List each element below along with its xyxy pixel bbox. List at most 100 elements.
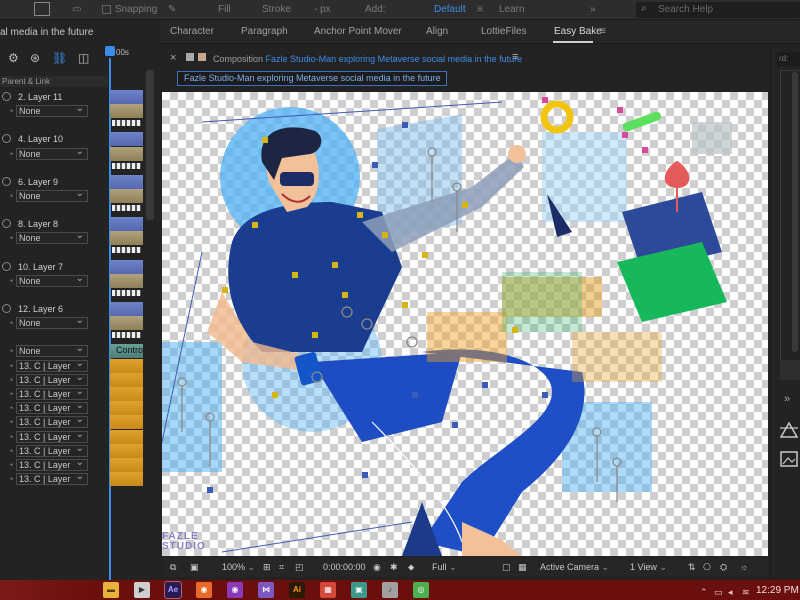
layer-name[interactable]: 8. Layer 8 [16, 218, 88, 230]
parent-dropdown[interactable]: 13. C | Layer [16, 444, 88, 457]
right-panel-scrollbar[interactable] [792, 72, 798, 352]
tab-anchor-point-mover[interactable]: Anchor Point Mover [314, 26, 402, 37]
fill-label[interactable]: Fill [218, 4, 231, 15]
parent-row[interactable]: ◔ None [0, 231, 108, 245]
visibility-icon[interactable] [2, 261, 11, 271]
visibility-icon[interactable] [2, 219, 11, 229]
lock-icon[interactable] [186, 53, 194, 61]
keyframe-strip[interactable] [112, 205, 141, 211]
playhead-handle[interactable] [105, 46, 115, 56]
layer-duration-bar[interactable] [110, 132, 143, 147]
layer-duration-bar[interactable] [110, 429, 143, 444]
parent-dropdown[interactable]: 13. C | Layer [16, 472, 88, 486]
search-help-input[interactable]: ⌕ Search Help [636, 2, 800, 18]
parent-dropdown[interactable]: 13. C | Layer [16, 430, 88, 443]
workspace-default[interactable]: Default [434, 4, 466, 15]
parent-dropdown[interactable]: 13. C | Layer [16, 415, 88, 429]
layer-row[interactable]: 2. Layer 11 [0, 90, 108, 104]
parent-row[interactable]: ◔ 13. C | Layer [0, 458, 108, 472]
visibility-icon[interactable] [2, 176, 11, 186]
network-icon[interactable]: ▭ [714, 587, 723, 598]
tab-easy-bake[interactable]: Easy Bake [554, 26, 602, 37]
show-snapshot-icon[interactable]: ✱ [390, 562, 398, 573]
keyframe-strip[interactable] [112, 120, 141, 127]
parent-row[interactable]: ◔ 13. C | Layer [0, 359, 108, 373]
right-panel-overflow-icon[interactable]: » [784, 393, 790, 405]
pick-whip-icon[interactable]: ◔ [8, 361, 13, 371]
always-preview-icon[interactable]: ⧉ [170, 562, 176, 573]
snapshot-region-icon[interactable]: ▣ [190, 562, 199, 573]
keyframe-strip[interactable] [112, 162, 141, 169]
keyframe-strip[interactable] [112, 332, 141, 339]
layer-name[interactable]: 6. Layer 9 [16, 176, 88, 188]
shape-tool-icon[interactable]: ▭ [72, 4, 81, 15]
safe-zones-icon[interactable]: ⊞ [263, 562, 271, 573]
composition-tab[interactable]: Composition Fazle Studio-Man exploring M… [213, 54, 522, 64]
parent-row[interactable]: ◔ 13. C | Layer [0, 444, 108, 458]
workspace-menu-icon[interactable]: ≡ [477, 4, 483, 15]
layer-duration-bar[interactable] [110, 217, 143, 232]
add-label[interactable]: Add: [365, 4, 386, 15]
pick-whip-icon[interactable]: ◔ [8, 446, 13, 456]
pick-whip-icon[interactable]: ◔ [8, 106, 13, 116]
layer-duration-bar[interactable] [110, 472, 143, 487]
tab-align[interactable]: Align [426, 26, 448, 37]
keyframe-strip[interactable] [112, 247, 141, 254]
view-layout-dropdown[interactable]: 1 View [630, 562, 667, 573]
taskbar-app-file-explorer-icon[interactable]: ▬ [103, 582, 119, 598]
parent-row[interactable]: ◔ None [0, 344, 108, 358]
layer-duration-bar[interactable] [110, 316, 143, 331]
right-panel-search[interactable]: rd: [777, 52, 800, 66]
pick-whip-icon[interactable]: ◔ [8, 346, 13, 356]
timeline-scrollbar[interactable] [146, 70, 154, 220]
layer-duration-bar[interactable] [110, 443, 143, 458]
layer-row[interactable]: 12. Layer 6 [0, 302, 108, 316]
region-of-interest-icon[interactable]: ▢ [502, 562, 511, 573]
parent-row[interactable]: ◔ None [0, 316, 108, 330]
layer-duration-bar[interactable] [110, 146, 143, 161]
layer-name[interactable]: 4. Layer 10 [16, 133, 88, 145]
parent-dropdown[interactable]: 13. C | Layer [16, 373, 88, 386]
composition-breadcrumb[interactable]: Fazle Studio-Man exploring Metaverse soc… [177, 71, 447, 86]
wifi-icon[interactable]: ≋ [742, 587, 750, 598]
pick-whip-icon[interactable]: ◔ [8, 403, 13, 413]
keyframe-strip[interactable] [112, 289, 141, 296]
parent-dropdown[interactable]: None [16, 231, 88, 245]
layer-row[interactable]: 8. Layer 8 [0, 217, 108, 231]
timeline-comp-title[interactable]: al media in the future [0, 27, 93, 38]
align-triangle-icon[interactable] [779, 420, 799, 442]
tray-overflow-icon[interactable]: ⌃ [700, 587, 708, 598]
exposure-icon[interactable]: ☼ [740, 562, 748, 572]
parent-row[interactable]: ◔ 13. C | Layer [0, 472, 108, 486]
layer-duration-bar[interactable] [110, 372, 143, 387]
graph-icon[interactable]: ⚙ [8, 51, 19, 65]
layer-row[interactable]: 4. Layer 10 [0, 132, 108, 146]
parent-row[interactable]: ◔ None [0, 189, 108, 203]
link-icon[interactable]: ⛓ [52, 51, 67, 65]
visibility-icon[interactable] [2, 304, 11, 313]
parent-dropdown[interactable]: None [16, 316, 88, 330]
panel-menu-icon[interactable]: ≡ [512, 51, 518, 63]
zoom-dropdown[interactable]: 100% [222, 562, 255, 573]
3d-renderer-icon[interactable]: ⎔ [703, 562, 711, 573]
pick-whip-icon[interactable]: ◔ [8, 432, 13, 442]
tab-lottiefiles[interactable]: LottieFiles [481, 26, 527, 37]
layer-duration-bar[interactable] [110, 401, 143, 416]
camera-snapshot-icon[interactable]: ◉ [373, 562, 381, 573]
layer-name[interactable]: 2. Layer 11 [16, 91, 88, 103]
layer-duration-bar[interactable] [110, 415, 143, 430]
parent-row[interactable]: ◔ None [0, 274, 108, 288]
volume-icon[interactable]: ◂ [728, 587, 733, 598]
taskbar-app-illustrator-icon[interactable]: Ai [289, 582, 305, 598]
color-channels-icon[interactable]: ⬥ [408, 562, 414, 573]
layer-duration-bar[interactable] [110, 302, 143, 316]
parent-dropdown[interactable]: None [16, 104, 88, 118]
stroke-label[interactable]: Stroke [262, 4, 291, 15]
taskbar-app-firefox-private-icon[interactable]: ◉ [227, 582, 243, 598]
layer-duration-bar[interactable] [110, 458, 143, 472]
taskbar-app-clapper-icon[interactable]: ▶ [134, 582, 150, 598]
layer-row[interactable]: 10. Layer 7 [0, 260, 108, 274]
layer-duration-bar[interactable] [110, 174, 143, 189]
pick-whip-icon[interactable]: ◔ [8, 417, 13, 427]
current-time-display[interactable]: 0:00:00:00 [323, 562, 366, 572]
